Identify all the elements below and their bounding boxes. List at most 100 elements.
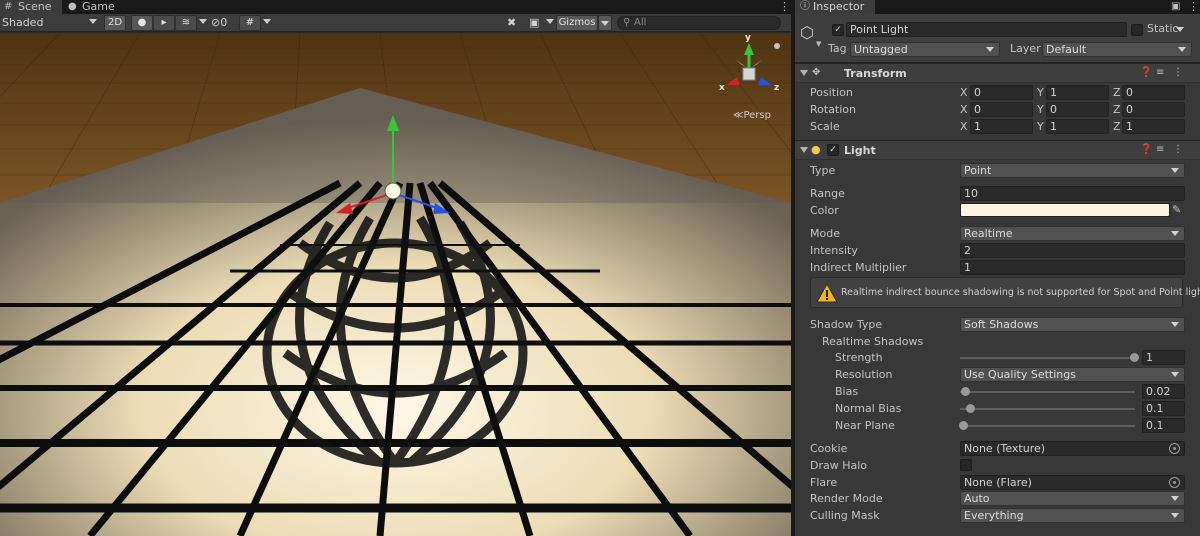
gizmos-button[interactable]: Gizmos [556, 15, 598, 31]
normal-bias-slider-knob[interactable] [966, 404, 975, 413]
light-help-icon[interactable]: ❓ [1140, 144, 1152, 155]
rotation-x-label[interactable]: X [960, 103, 968, 117]
position-x-label[interactable]: X [960, 86, 968, 100]
transform-help-icon[interactable]: ❓ [1140, 67, 1152, 78]
flare-field[interactable]: None (Flare) [960, 475, 1185, 490]
indirect-multiplier-field[interactable]: 1 [960, 260, 1185, 275]
warning-message: Realtime indirect bounce shadowing is no… [841, 287, 1200, 298]
near-plane-field[interactable]: 0.1 [1142, 418, 1185, 433]
layer-dropdown[interactable]: Default [1042, 42, 1192, 57]
layer-value: Default [1046, 43, 1087, 56]
scale-x-label[interactable]: X [960, 120, 968, 134]
position-label: Position [810, 86, 853, 99]
eyedropper-icon[interactable]: ✎ [1172, 203, 1181, 216]
light-header[interactable]: ● ✓ Light ❓ ≡ ⋮ [795, 140, 1200, 160]
mode-dropdown[interactable]: Realtime [960, 226, 1185, 241]
scale-y-field[interactable]: 1 [1046, 119, 1109, 134]
gizmos-dropdown-button[interactable] [598, 15, 612, 31]
rotation-z-label[interactable]: Z [1113, 103, 1121, 117]
effects-toggle-button[interactable]: ≋ [175, 15, 197, 31]
tools-button[interactable]: ✖ [507, 15, 521, 31]
rotation-y-label[interactable]: Y [1037, 103, 1044, 117]
normal-bias-slider-track[interactable] [960, 408, 1135, 410]
position-z-label[interactable]: Z [1113, 86, 1121, 100]
grid-toggle-button[interactable]: # [239, 15, 261, 31]
scene-search-input[interactable]: ⚲ All [617, 16, 781, 30]
scale-y-label[interactable]: Y [1037, 120, 1044, 134]
projection-label: Persp [743, 110, 771, 121]
transform-menu-icon[interactable]: ⋮ [1173, 67, 1183, 78]
shadow-type-caret-icon [1171, 322, 1179, 327]
tab-inspector[interactable]: ⓘ Inspector [795, 0, 875, 14]
scale-z-field[interactable]: 1 [1122, 119, 1185, 134]
tab-game[interactable]: ● Game [64, 0, 120, 14]
rotation-z-field[interactable]: 0 [1122, 102, 1185, 117]
flare-picker-icon[interactable] [1169, 477, 1180, 488]
position-y-field[interactable]: 1 [1046, 85, 1109, 100]
transform-presets-icon[interactable]: ≡ [1156, 67, 1164, 78]
shadow-type-dropdown[interactable]: Soft Shadows [960, 317, 1185, 332]
audio-toggle-button[interactable]: ▸ [153, 15, 175, 31]
scene-menu-icon[interactable]: ⋮ [779, 0, 790, 14]
tab-scene[interactable]: # Scene [0, 0, 62, 14]
bias-field[interactable]: 0.02 [1142, 384, 1185, 399]
inspector-menu-icon[interactable]: ⋮ [1188, 0, 1199, 14]
warning-icon [816, 283, 838, 303]
light-menu-icon[interactable]: ⋮ [1173, 144, 1183, 155]
near-plane-slider-knob[interactable] [959, 421, 968, 430]
position-y-label[interactable]: Y [1037, 86, 1044, 100]
flare-label: Flare [810, 476, 838, 489]
active-checkbox[interactable]: ✓ [832, 24, 844, 36]
lock-icon[interactable]: ▣ [1171, 0, 1180, 14]
draw-mode-dropdown[interactable]: Shaded [2, 15, 100, 31]
culling-mask-dropdown[interactable]: Everything [960, 508, 1185, 523]
intensity-label: Intensity [810, 244, 858, 257]
type-dropdown[interactable]: Point [960, 163, 1185, 178]
scale-z-label[interactable]: Z [1113, 120, 1121, 134]
flare-value: None (Flare) [964, 476, 1032, 489]
lightbulb-icon: ● [137, 17, 147, 28]
range-field[interactable]: 10 [960, 186, 1185, 201]
scene-viewport[interactable]: y x z ≪Persp [0, 33, 791, 536]
resolution-dropdown[interactable]: Use Quality Settings [960, 367, 1185, 382]
color-swatch[interactable] [960, 203, 1170, 217]
camera-caret-icon [546, 19, 554, 24]
hidden-objects-toggle[interactable]: ⊘0 [211, 15, 237, 31]
cookie-picker-icon[interactable] [1169, 443, 1180, 454]
transform-header[interactable]: ✥ Transform ❓ ≡ ⋮ [795, 63, 1200, 83]
warning-helpbox: Realtime indirect bounce shadowing is no… [810, 277, 1200, 308]
bias-slider-knob[interactable] [961, 387, 970, 396]
grid-icon: # [245, 17, 255, 28]
light-foldout-icon[interactable] [800, 147, 808, 153]
transform-foldout-icon[interactable] [800, 70, 808, 76]
draw-halo-checkbox[interactable] [960, 459, 972, 471]
mode-label: Mode [810, 227, 840, 240]
light-enabled-checkbox[interactable]: ✓ [827, 144, 839, 156]
transform-title: Transform [844, 67, 907, 80]
bias-slider-track[interactable] [960, 391, 1135, 393]
object-name-field[interactable]: Point Light [846, 22, 1127, 37]
rotation-x-field[interactable]: 0 [970, 102, 1033, 117]
intensity-field[interactable]: 2 [960, 243, 1185, 258]
normal-bias-field[interactable]: 0.1 [1142, 401, 1185, 416]
toggle-2d-button[interactable]: 2D [104, 15, 126, 31]
position-z-field[interactable]: 0 [1122, 85, 1185, 100]
light-presets-icon[interactable]: ≡ [1156, 144, 1164, 155]
render-mode-dropdown[interactable]: Auto [960, 491, 1185, 506]
icon-caret-icon[interactable]: ▼ [816, 40, 821, 48]
strength-slider-track[interactable] [960, 357, 1135, 359]
projection-toggle[interactable]: ≪Persp [733, 110, 771, 121]
static-checkbox[interactable] [1131, 24, 1143, 36]
mode-value: Realtime [964, 227, 1013, 240]
strength-field[interactable]: 1 [1142, 350, 1185, 365]
position-x-field[interactable]: 0 [970, 85, 1033, 100]
strength-slider-knob[interactable] [1130, 353, 1139, 362]
near-plane-slider-track[interactable] [960, 425, 1135, 427]
static-caret-icon[interactable] [1176, 27, 1184, 32]
tag-dropdown[interactable]: Untagged [850, 42, 1000, 57]
scale-x-field[interactable]: 1 [970, 119, 1033, 134]
rotation-y-field[interactable]: 0 [1046, 102, 1109, 117]
cookie-field[interactable]: None (Texture) [960, 441, 1185, 456]
resolution-caret-icon [1171, 372, 1179, 377]
lighting-toggle-button[interactable]: ● [131, 15, 153, 31]
